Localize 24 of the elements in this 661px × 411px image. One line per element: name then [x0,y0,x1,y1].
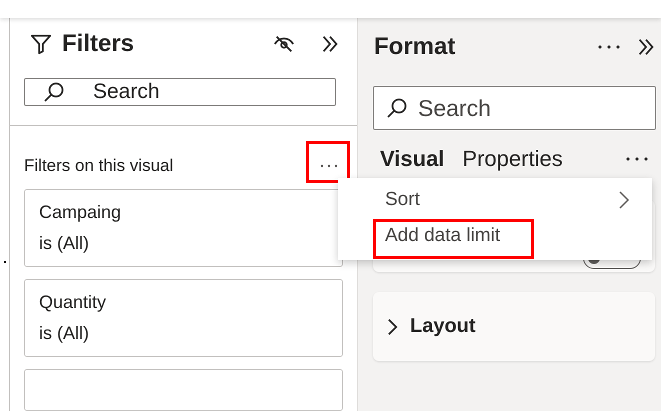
filter-card[interactable]: Quantity is (All) [24,279,343,357]
more-icon[interactable] [597,44,621,50]
hidden-eye-icon[interactable] [273,33,295,55]
more-icon [319,164,339,168]
search-field[interactable]: Search [24,78,336,106]
filter-condition: is (All) [39,233,90,254]
filter-field-name: Quantity [39,292,108,313]
search-icon [385,96,409,120]
filter-condition: is (All) [39,323,90,344]
section-title: Layout [410,315,476,338]
section-label: Filters on this visual [24,156,174,176]
pane-title: Filters [62,30,134,58]
more-icon[interactable] [625,156,649,162]
pane-title: Format [374,33,456,61]
section-card[interactable]: Layout [373,292,655,361]
filter-field-name: Campaing [39,202,122,223]
tab[interactable]: Visual [380,146,444,172]
search-field[interactable]: Search [373,86,656,130]
search-icon [42,80,66,104]
tab[interactable]: Properties [462,146,563,172]
chevron-right-icon [618,190,630,210]
dot-mark [4,261,6,263]
chevron-right-icon [387,316,398,336]
filter-icon [30,33,52,55]
